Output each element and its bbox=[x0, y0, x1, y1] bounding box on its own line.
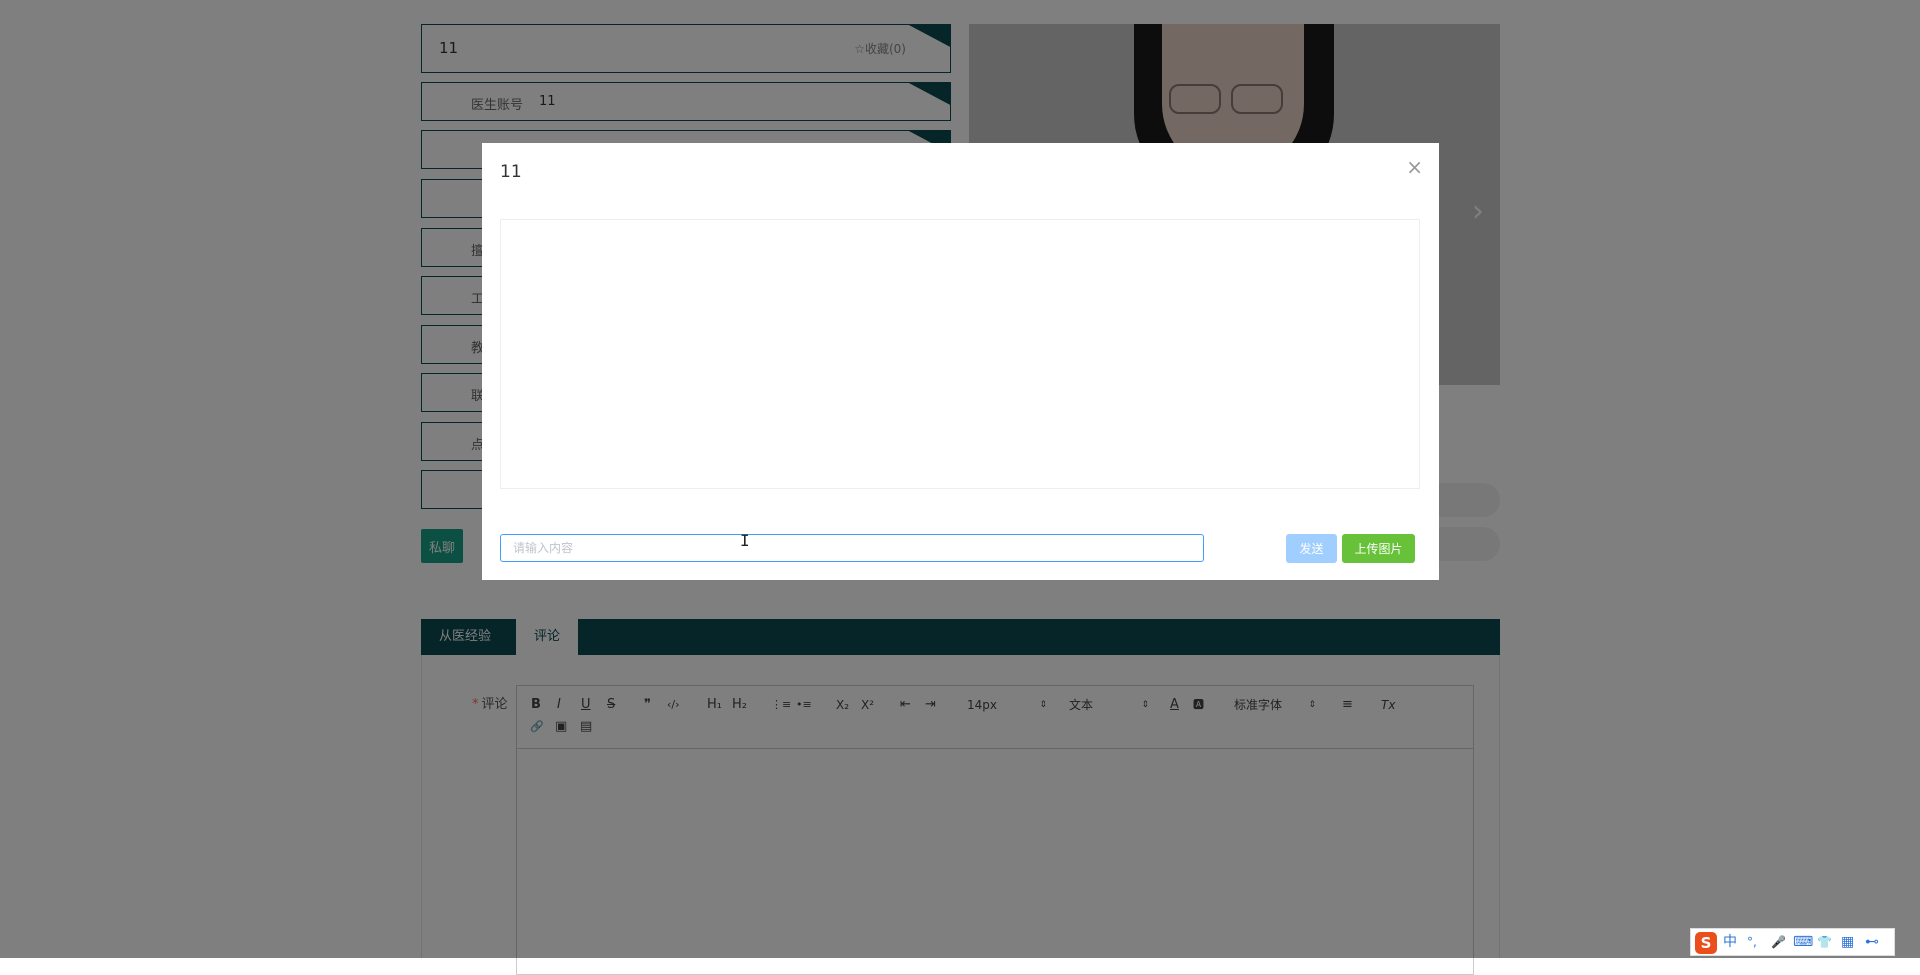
punctuation-icon[interactable]: °, bbox=[1747, 934, 1757, 950]
toolbox-icon[interactable]: ▦ bbox=[1841, 934, 1854, 950]
skin-icon[interactable]: 👕 bbox=[1817, 934, 1832, 950]
text-cursor-icon: I bbox=[740, 531, 750, 550]
ime-extra-icon[interactable]: ⊷ bbox=[1865, 934, 1879, 950]
ime-mode-toggle[interactable]: 中 bbox=[1723, 934, 1737, 950]
send-button[interactable]: 发送 bbox=[1286, 534, 1337, 563]
sogou-logo-icon[interactable]: S bbox=[1695, 932, 1717, 954]
message-input[interactable] bbox=[500, 534, 1204, 562]
keyboard-icon[interactable]: ⌨ bbox=[1793, 934, 1813, 950]
upload-image-button[interactable]: 上传图片 bbox=[1342, 534, 1415, 563]
microphone-icon[interactable]: 🎤 bbox=[1771, 934, 1786, 950]
chat-dialog: 11 × 发送 上传图片 bbox=[482, 143, 1439, 580]
message-list bbox=[500, 219, 1420, 489]
close-icon[interactable]: × bbox=[1406, 157, 1423, 177]
dialog-title: 11 bbox=[500, 162, 522, 182]
ime-toolbar: S 中 °, 🎤 ⌨ 👕 ▦ ⊷ bbox=[1690, 928, 1895, 956]
